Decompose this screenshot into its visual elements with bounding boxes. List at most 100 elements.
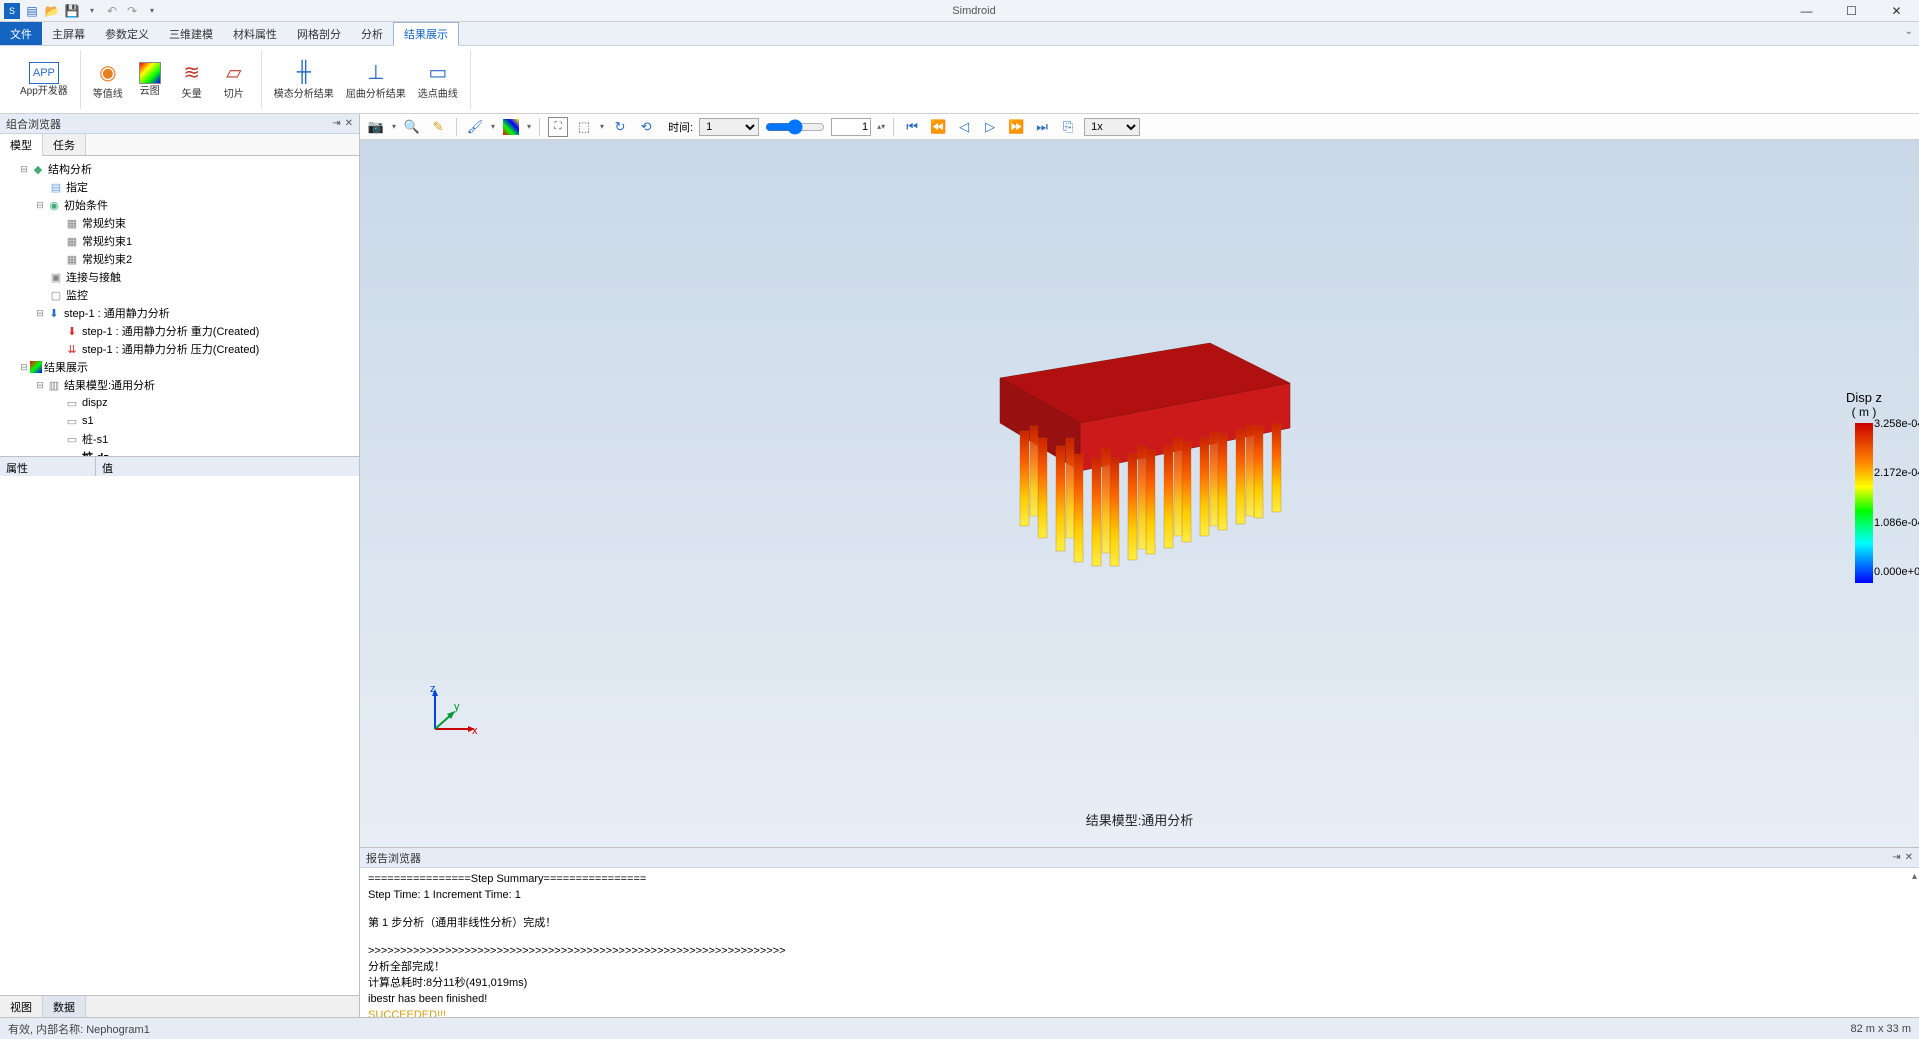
fit-icon[interactable]: ⛶ — [548, 117, 568, 137]
buckling-result-button[interactable]: ⊥屈曲分析结果 — [340, 50, 412, 110]
speed-select[interactable]: 1x — [1084, 118, 1140, 136]
tree-step-g[interactable]: step-1 : 通用静力分析 重力(Created) — [80, 323, 259, 339]
play-icon[interactable]: ▷ — [980, 117, 1000, 137]
collapse-icon[interactable]: ⊟ — [34, 200, 46, 211]
first-icon[interactable]: ⏮ — [902, 117, 922, 137]
maximize-button[interactable]: ☐ — [1829, 0, 1874, 22]
slice-button[interactable]: ▱切片 — [213, 50, 255, 110]
menu-home[interactable]: 主屏幕 — [42, 22, 95, 45]
menu-3dmodel[interactable]: 三维建模 — [159, 22, 223, 45]
gravity-icon: ⬇ — [64, 325, 80, 338]
tab-task[interactable]: 任务 — [43, 134, 86, 155]
model-tree[interactable]: ⊟◆结构分析 ▤指定 ⊟◉初始条件 ▦常规约束 ▦常规约束1 ▦常规约束2 ▣连… — [0, 156, 359, 456]
pin-icon[interactable]: ⇥ — [1892, 852, 1900, 863]
tree-s1[interactable]: s1 — [80, 415, 94, 427]
menu-param[interactable]: 参数定义 — [95, 22, 159, 45]
close-button[interactable]: ✕ — [1874, 0, 1919, 22]
close-panel-icon[interactable]: ✕ — [1905, 852, 1913, 863]
app-icon: APP — [29, 62, 59, 84]
tab-data[interactable]: 数据 — [43, 996, 86, 1017]
back-icon[interactable]: ◁ — [954, 117, 974, 137]
tree-piledz[interactable]: 桩-dz — [80, 449, 109, 456]
legend-unit: ( m ) — [1819, 405, 1909, 419]
menu-analysis[interactable]: 分析 — [351, 22, 393, 45]
init-icon: ◉ — [46, 199, 62, 212]
frame-spinner-icon[interactable]: ▴▾ — [877, 122, 885, 131]
collapse-icon[interactable]: ⊟ — [34, 308, 46, 319]
tree-assign[interactable]: 指定 — [64, 179, 88, 195]
undo-icon[interactable]: ↶ — [104, 3, 120, 19]
last-icon[interactable]: ⏭ — [1032, 117, 1052, 137]
prev-icon[interactable]: ⏪ — [928, 117, 948, 137]
tree-contact[interactable]: 连接与接触 — [64, 269, 121, 285]
close-panel-icon[interactable]: ✕ — [345, 118, 353, 129]
vector-button[interactable]: ≋矢量 — [171, 50, 213, 110]
tree-step-p[interactable]: step-1 : 通用静力分析 压力(Created) — [80, 341, 259, 357]
time-slider[interactable] — [765, 118, 825, 136]
contour-button[interactable]: ◉等值线 — [87, 50, 129, 110]
report-log[interactable]: ▴ ================Step Summary==========… — [360, 868, 1919, 1017]
open-icon[interactable]: 📂 — [44, 3, 60, 19]
tree-struct[interactable]: 结构分析 — [46, 161, 92, 177]
modal-result-button[interactable]: ╫模态分析结果 — [268, 50, 340, 110]
fwd-icon[interactable]: ⏩ — [1006, 117, 1026, 137]
log-line: Step Time: 1 Increment Time: 1 — [368, 888, 1911, 904]
tree-c3[interactable]: 常规约束2 — [80, 251, 132, 267]
new-icon[interactable]: ▤ — [24, 3, 40, 19]
menu-file[interactable]: 文件 — [0, 22, 42, 45]
pin-icon[interactable]: ⇥ — [332, 118, 340, 129]
tree-monitor[interactable]: 监控 — [64, 287, 88, 303]
dropdown-icon[interactable]: ▾ — [84, 3, 100, 19]
time-select[interactable]: 1 — [699, 118, 759, 136]
menu-mesh[interactable]: 网格剖分 — [287, 22, 351, 45]
tree-step[interactable]: step-1 : 通用静力分析 — [62, 305, 170, 321]
tree-dispz[interactable]: dispz — [80, 397, 108, 409]
log-line: ibestr has been finished! — [368, 992, 1911, 1008]
tree-results[interactable]: 结果展示 — [42, 359, 88, 375]
reset-icon[interactable]: ⟲ — [636, 117, 656, 137]
3d-canvas[interactable]: z x y Disp z ( m ) 3.258e-04 2.172e-04 1… — [360, 140, 1919, 847]
prop-col-value: 值 — [96, 457, 359, 476]
pick-curve-button[interactable]: ▭选点曲线 — [412, 50, 464, 110]
export-icon[interactable]: ⎘ — [1058, 117, 1078, 137]
tree-c2[interactable]: 常规约束1 — [80, 233, 132, 249]
pick-icon: ▭ — [424, 59, 452, 87]
tree-piles1[interactable]: 桩-s1 — [80, 431, 108, 447]
menu-material[interactable]: 材料属性 — [223, 22, 287, 45]
brush-icon[interactable]: ✎ — [428, 117, 448, 137]
tab-model[interactable]: 模型 — [0, 134, 43, 156]
app-developer-button[interactable]: APP App开发器 — [14, 50, 74, 110]
report-header: 报告浏览器 ⇥ ✕ — [360, 848, 1919, 868]
tree-c1[interactable]: 常规约束 — [80, 215, 126, 231]
tree-init[interactable]: 初始条件 — [62, 197, 108, 213]
minimize-button[interactable]: — — [1784, 0, 1829, 22]
model-render — [960, 308, 1320, 608]
tab-view[interactable]: 视图 — [0, 996, 43, 1017]
scroll-up-icon[interactable]: ▴ — [1912, 870, 1917, 885]
redo-icon[interactable]: ↷ — [124, 3, 140, 19]
cloud-button[interactable]: 云图 — [129, 50, 171, 110]
tree-resmodel[interactable]: 结果模型:通用分析 — [62, 377, 155, 393]
collapse-icon[interactable]: ⊟ — [34, 380, 46, 391]
constraint-icon: ▦ — [64, 253, 80, 266]
palette-icon[interactable] — [501, 117, 521, 137]
select-icon[interactable]: ⬚ — [574, 117, 594, 137]
collapse-icon[interactable]: ⊟ — [18, 164, 30, 175]
camera-icon[interactable]: 📷 — [366, 117, 386, 137]
window-title: Simdroid — [164, 5, 1784, 17]
save-icon[interactable]: 💾 — [64, 3, 80, 19]
ribbon-collapse-icon[interactable]: ⌄ — [1905, 26, 1913, 37]
refresh-icon[interactable]: ↻ — [610, 117, 630, 137]
time-label: 时间: — [668, 119, 693, 135]
svg-text:x: x — [472, 725, 478, 737]
color-legend: Disp z ( m ) 3.258e-04 2.172e-04 1.086e-… — [1819, 390, 1909, 583]
zoom-icon[interactable]: 🔍 — [402, 117, 422, 137]
menu-bar: 文件 主屏幕 参数定义 三维建模 材料属性 网格剖分 分析 结果展示 ⌄ — [0, 22, 1919, 46]
property-body — [0, 476, 359, 995]
menu-result[interactable]: 结果展示 — [393, 22, 459, 46]
collapse-icon[interactable]: ⊟ — [18, 362, 30, 373]
frame-input[interactable] — [831, 118, 871, 136]
log-line: 第 1 步分析（通用非线性分析）完成！ — [368, 916, 1911, 932]
paint-icon[interactable]: 🖌 — [465, 117, 485, 137]
dropdown2-icon[interactable]: ▾ — [144, 3, 160, 19]
